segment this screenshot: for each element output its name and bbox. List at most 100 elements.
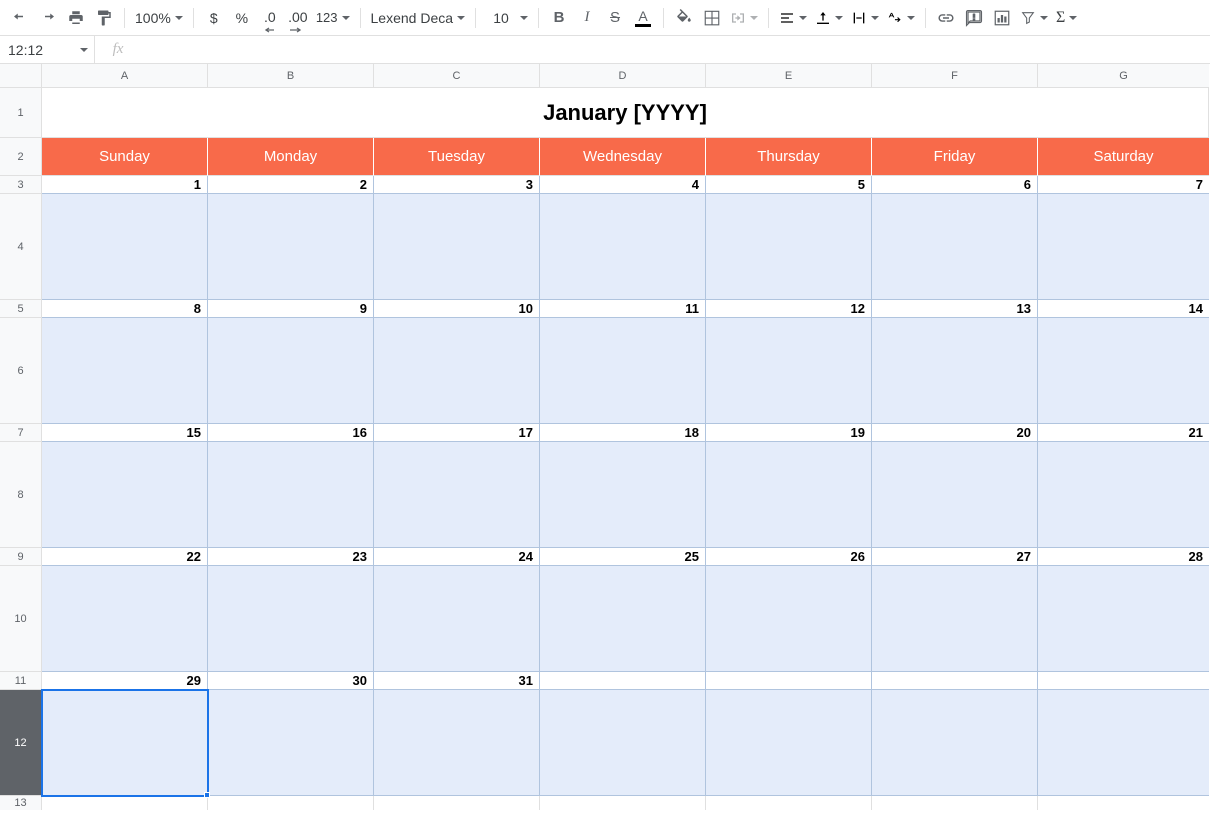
row-header[interactable]: 13 <box>0 796 42 810</box>
date-cell[interactable]: 25 <box>540 548 706 566</box>
cell[interactable] <box>208 318 374 424</box>
cell[interactable] <box>872 318 1038 424</box>
date-cell[interactable]: 26 <box>706 548 872 566</box>
text-rotation-dropdown[interactable] <box>883 4 919 32</box>
format-currency-button[interactable]: $ <box>200 4 228 32</box>
vertical-align-dropdown[interactable] <box>811 4 847 32</box>
insert-link-button[interactable] <box>932 4 960 32</box>
row-header[interactable]: 4 <box>0 194 42 300</box>
date-cell[interactable] <box>1038 672 1209 690</box>
date-cell[interactable]: 10 <box>374 300 540 318</box>
cell[interactable] <box>540 442 706 548</box>
print-button[interactable] <box>62 4 90 32</box>
select-all-corner[interactable] <box>0 64 42 88</box>
cell[interactable] <box>374 442 540 548</box>
date-cell[interactable]: 12 <box>706 300 872 318</box>
date-cell[interactable] <box>872 672 1038 690</box>
cell[interactable] <box>872 690 1038 796</box>
cell[interactable] <box>374 194 540 300</box>
cell[interactable] <box>540 690 706 796</box>
date-cell[interactable]: 29 <box>42 672 208 690</box>
cell[interactable] <box>872 566 1038 672</box>
row-header[interactable]: 8 <box>0 442 42 548</box>
cell[interactable] <box>540 796 706 810</box>
date-cell[interactable]: 4 <box>540 176 706 194</box>
cell[interactable] <box>374 318 540 424</box>
column-header[interactable]: D <box>540 64 706 88</box>
date-cell[interactable]: 6 <box>872 176 1038 194</box>
cell[interactable] <box>42 796 208 810</box>
day-header[interactable]: Tuesday <box>374 138 540 176</box>
filter-dropdown[interactable] <box>1016 4 1052 32</box>
date-cell[interactable]: 13 <box>872 300 1038 318</box>
cell[interactable] <box>1038 690 1209 796</box>
redo-button[interactable] <box>34 4 62 32</box>
cell[interactable] <box>706 442 872 548</box>
day-header[interactable]: Thursday <box>706 138 872 176</box>
column-header[interactable]: A <box>42 64 208 88</box>
date-cell[interactable]: 3 <box>374 176 540 194</box>
cell[interactable] <box>42 194 208 300</box>
font-size-dropdown[interactable]: 10 <box>482 4 532 32</box>
zoom-dropdown[interactable]: 100% <box>131 4 187 32</box>
date-cell[interactable] <box>706 672 872 690</box>
cell[interactable] <box>872 194 1038 300</box>
date-cell[interactable]: 17 <box>374 424 540 442</box>
undo-button[interactable] <box>6 4 34 32</box>
column-header[interactable]: C <box>374 64 540 88</box>
row-header[interactable]: 11 <box>0 672 42 690</box>
date-cell[interactable]: 22 <box>42 548 208 566</box>
date-cell[interactable]: 19 <box>706 424 872 442</box>
text-color-button[interactable]: A <box>629 4 657 32</box>
cell[interactable] <box>540 194 706 300</box>
row-header[interactable]: 1 <box>0 88 42 138</box>
column-header[interactable]: G <box>1038 64 1209 88</box>
bold-button[interactable]: B <box>545 4 573 32</box>
decrease-decimal-button[interactable]: .0 <box>256 4 284 32</box>
row-header[interactable]: 7 <box>0 424 42 442</box>
date-cell[interactable]: 23 <box>208 548 374 566</box>
date-cell[interactable]: 14 <box>1038 300 1209 318</box>
insert-chart-button[interactable] <box>988 4 1016 32</box>
row-header[interactable]: 3 <box>0 176 42 194</box>
date-cell[interactable]: 30 <box>208 672 374 690</box>
name-box[interactable]: 12:12 <box>0 36 95 63</box>
date-cell[interactable]: 15 <box>42 424 208 442</box>
paint-format-button[interactable] <box>90 4 118 32</box>
row-header[interactable]: 6 <box>0 318 42 424</box>
date-cell[interactable]: 8 <box>42 300 208 318</box>
cell[interactable] <box>706 690 872 796</box>
cell[interactable] <box>374 566 540 672</box>
functions-dropdown[interactable]: Σ <box>1052 4 1081 32</box>
date-cell[interactable]: 1 <box>42 176 208 194</box>
row-header[interactable]: 12 <box>0 690 42 796</box>
cell[interactable] <box>208 690 374 796</box>
cell[interactable] <box>42 566 208 672</box>
day-header[interactable]: Monday <box>208 138 374 176</box>
cell[interactable] <box>208 194 374 300</box>
day-header[interactable]: Friday <box>872 138 1038 176</box>
cell[interactable] <box>374 796 540 810</box>
cell[interactable] <box>208 442 374 548</box>
cell[interactable] <box>872 796 1038 810</box>
cell[interactable] <box>42 442 208 548</box>
formula-input[interactable] <box>141 36 1210 63</box>
selection-handle[interactable] <box>204 792 210 798</box>
row-header[interactable]: 9 <box>0 548 42 566</box>
cell[interactable] <box>706 318 872 424</box>
date-cell[interactable]: 31 <box>374 672 540 690</box>
fill-color-button[interactable] <box>670 4 698 32</box>
strikethrough-button[interactable]: S <box>601 4 629 32</box>
column-header[interactable]: F <box>872 64 1038 88</box>
cell[interactable] <box>706 566 872 672</box>
day-header[interactable]: Wednesday <box>540 138 706 176</box>
date-cell[interactable]: 7 <box>1038 176 1209 194</box>
date-cell[interactable] <box>540 672 706 690</box>
cell[interactable] <box>1038 194 1209 300</box>
row-header[interactable]: 10 <box>0 566 42 672</box>
horizontal-align-dropdown[interactable] <box>775 4 811 32</box>
date-cell[interactable]: 24 <box>374 548 540 566</box>
calendar-title-cell[interactable]: January [YYYY] <box>42 88 1209 138</box>
merge-cells-dropdown[interactable] <box>726 4 762 32</box>
increase-decimal-button[interactable]: .00 <box>284 4 312 32</box>
